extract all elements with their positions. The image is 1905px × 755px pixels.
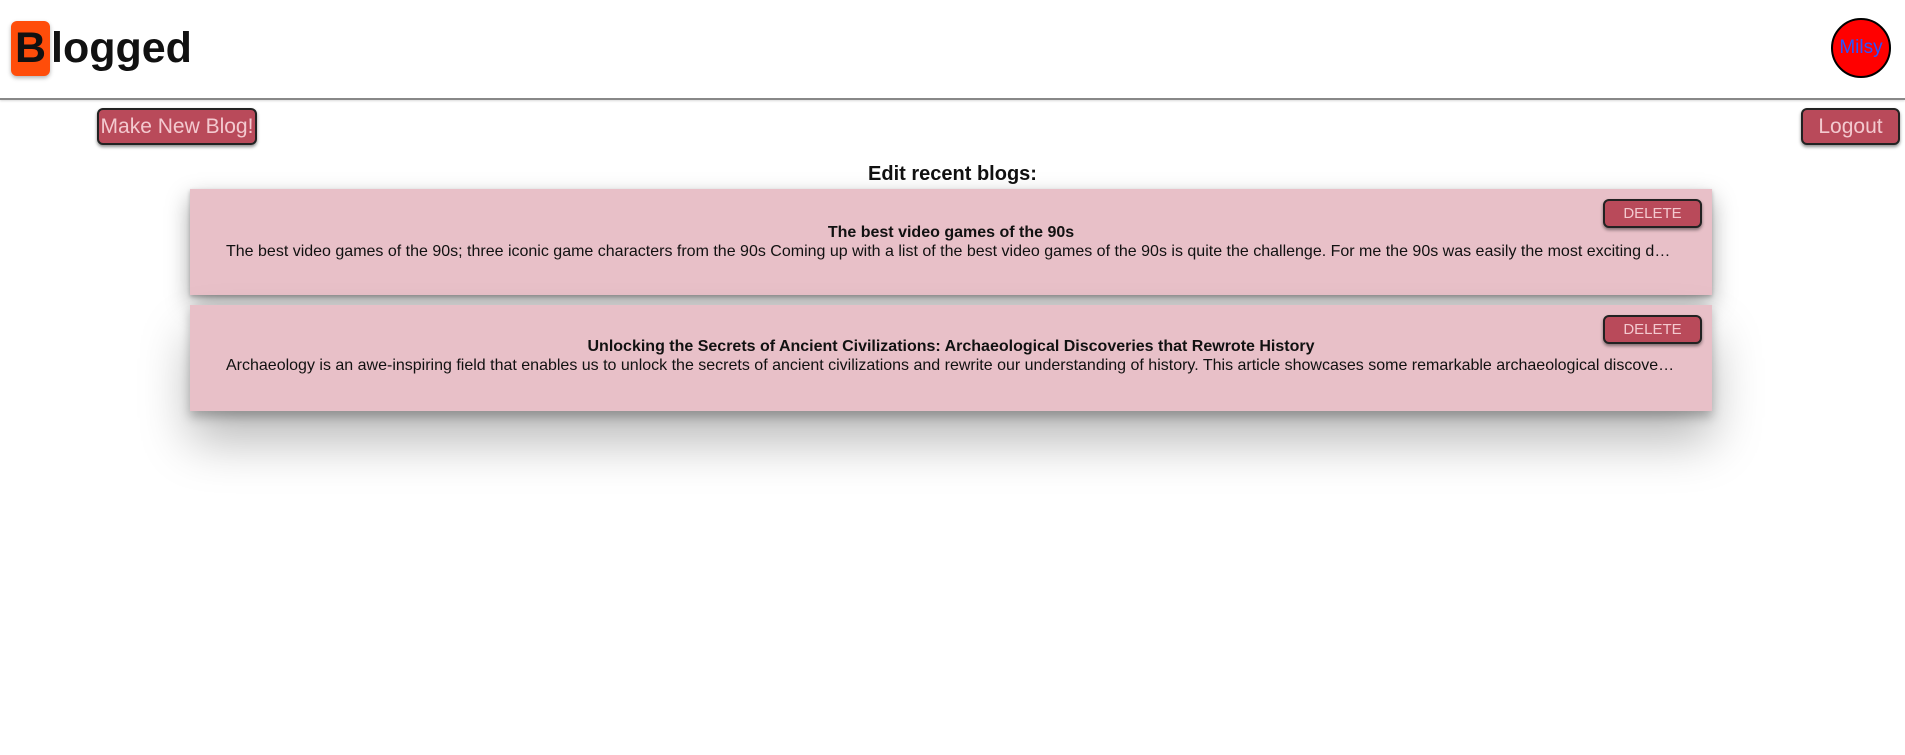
brand-logo[interactable]: B logged xyxy=(11,20,192,76)
blog-title: The best video games of the 90s xyxy=(827,224,1075,241)
blog-excerpt: Archaeology is an awe-inspiring field th… xyxy=(226,357,1678,374)
user-avatar[interactable]: Milsy xyxy=(1831,18,1891,78)
make-new-blog-button[interactable]: Make New Blog! xyxy=(97,108,257,145)
blog-list: DELETE The best video games of the 90s T… xyxy=(190,189,1712,421)
logo-mark: B xyxy=(11,20,50,76)
blog-card[interactable]: DELETE The best video games of the 90s T… xyxy=(190,189,1712,295)
blog-title: Unlocking the Secrets of Ancient Civiliz… xyxy=(587,338,1315,355)
logout-button[interactable]: Logout xyxy=(1801,108,1900,145)
app-header: B logged Milsy xyxy=(0,0,1905,100)
section-title: Edit recent blogs: xyxy=(868,163,1037,185)
logo-text: logged xyxy=(51,23,192,72)
blog-card[interactable]: DELETE Unlocking the Secrets of Ancient … xyxy=(190,305,1712,411)
blog-excerpt: The best video games of the 90s; three i… xyxy=(226,243,1678,260)
